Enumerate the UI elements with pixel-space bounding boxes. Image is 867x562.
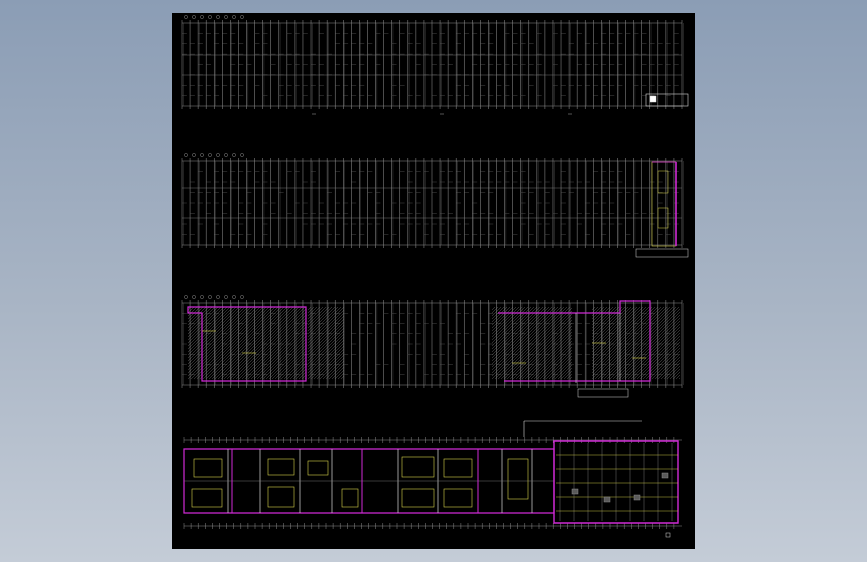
floor-plan-2 bbox=[181, 153, 689, 258]
right-wing-grid bbox=[556, 443, 678, 521]
stair-core-detail bbox=[635, 161, 689, 258]
room-partitions bbox=[184, 449, 554, 513]
drawing-sheet bbox=[172, 13, 695, 549]
floor-plan-3 bbox=[181, 295, 684, 398]
building-outline bbox=[183, 440, 679, 524]
floor-plan-1 bbox=[181, 15, 689, 115]
floor-plan-4 bbox=[183, 420, 682, 538]
hatched-zones bbox=[188, 307, 680, 379]
cad-drawing bbox=[181, 15, 689, 538]
